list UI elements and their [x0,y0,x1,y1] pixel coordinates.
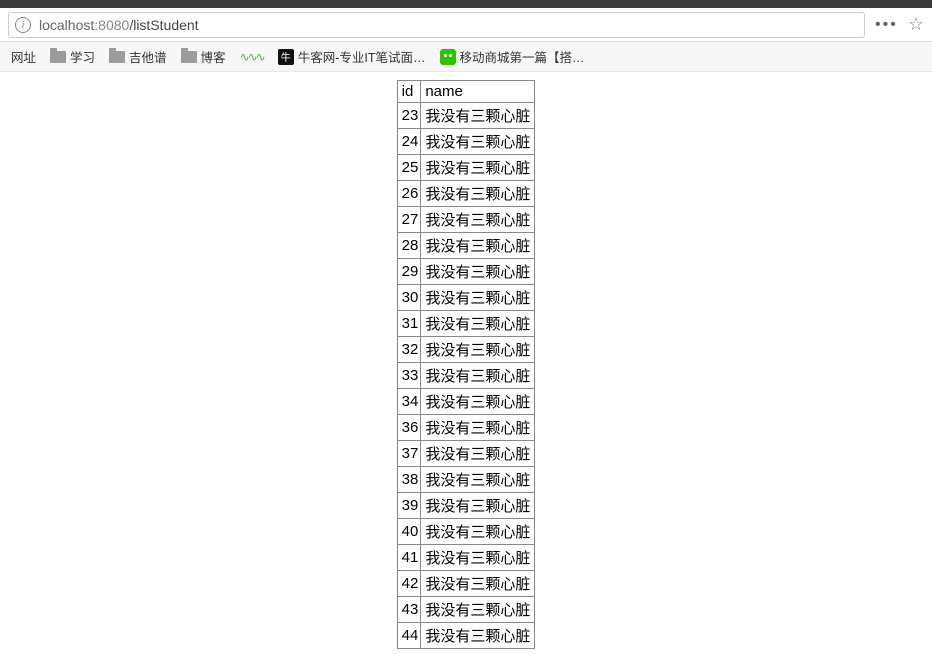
bookmarks-label-text: 网址 [11,47,36,66]
bookmark-item[interactable]: 吉他谱 [104,45,172,68]
url-port: :8080 [94,17,129,33]
site-icon: 牛 [278,49,294,65]
cell-id: 30 [397,285,421,311]
cell-name: 我没有三颗心脏 [421,597,535,623]
bookmark-item[interactable]: 博客 [176,45,231,68]
cell-name: 我没有三颗心脏 [421,519,535,545]
table-row: 43我没有三颗心脏 [397,597,535,623]
window-titlebar [0,0,932,8]
table-row: 42我没有三颗心脏 [397,571,535,597]
cell-id: 27 [397,207,421,233]
cell-name: 我没有三颗心脏 [421,337,535,363]
table-row: 27我没有三颗心脏 [397,207,535,233]
table-row: 24我没有三颗心脏 [397,129,535,155]
table-row: 28我没有三颗心脏 [397,233,535,259]
bookmark-item[interactable]: 牛牛客网-专业IT笔试面… [273,45,431,68]
table-row: 40我没有三颗心脏 [397,519,535,545]
cell-id: 39 [397,493,421,519]
table-row: 31我没有三颗心脏 [397,311,535,337]
info-icon[interactable]: i [15,17,31,33]
cell-name: 我没有三颗心脏 [421,363,535,389]
student-table: id name 23我没有三颗心脏24我没有三颗心脏25我没有三颗心脏26我没有… [397,80,536,649]
cell-name: 我没有三颗心脏 [421,311,535,337]
wechat-icon [440,49,456,65]
cell-name: 我没有三颗心脏 [421,467,535,493]
wave-icon: ∿∿∿ [240,50,264,64]
bookmark-star-icon[interactable]: ☆ [908,14,924,35]
cell-name: 我没有三颗心脏 [421,389,535,415]
cell-id: 29 [397,259,421,285]
bookmarks-label[interactable]: 网址 [6,45,41,68]
bookmark-label: 学习 [70,47,95,66]
bookmark-label: 移动商城第一篇【搭… [460,47,585,66]
col-id-header: id [397,81,421,103]
bookmarks-bar: 网址 学习 吉他谱 博客 ∿∿∿ 牛牛客网-专业IT笔试面… 移动商城第一篇【搭… [0,42,932,72]
cell-id: 24 [397,129,421,155]
cell-id: 38 [397,467,421,493]
folder-icon [109,51,125,63]
table-row: 41我没有三颗心脏 [397,545,535,571]
cell-name: 我没有三颗心脏 [421,441,535,467]
cell-id: 26 [397,181,421,207]
more-icon[interactable]: ••• [875,16,898,34]
page-content: id name 23我没有三颗心脏24我没有三颗心脏25我没有三颗心脏26我没有… [0,72,932,649]
url-path: /listStudent [129,17,198,33]
cell-name: 我没有三颗心脏 [421,285,535,311]
cell-id: 34 [397,389,421,415]
cell-name: 我没有三颗心脏 [421,545,535,571]
cell-name: 我没有三颗心脏 [421,571,535,597]
url-actions: ••• ☆ [875,14,924,35]
table-row: 34我没有三颗心脏 [397,389,535,415]
bookmark-item[interactable]: 学习 [45,45,100,68]
table-row: 25我没有三颗心脏 [397,155,535,181]
table-row: 44我没有三颗心脏 [397,623,535,649]
cell-name: 我没有三颗心脏 [421,155,535,181]
table-row: 37我没有三颗心脏 [397,441,535,467]
cell-name: 我没有三颗心脏 [421,233,535,259]
table-row: 29我没有三颗心脏 [397,259,535,285]
table-row: 33我没有三颗心脏 [397,363,535,389]
cell-name: 我没有三颗心脏 [421,207,535,233]
bookmark-label: 牛客网-专业IT笔试面… [298,47,426,66]
table-row: 23我没有三颗心脏 [397,103,535,129]
cell-id: 33 [397,363,421,389]
cell-name: 我没有三颗心脏 [421,103,535,129]
cell-id: 43 [397,597,421,623]
table-row: 26我没有三颗心脏 [397,181,535,207]
url-bar: i localhost:8080/listStudent ••• ☆ [0,8,932,42]
cell-name: 我没有三颗心脏 [421,623,535,649]
table-row: 30我没有三颗心脏 [397,285,535,311]
cell-id: 36 [397,415,421,441]
col-name-header: name [421,81,535,103]
cell-name: 我没有三颗心脏 [421,415,535,441]
cell-id: 32 [397,337,421,363]
cell-id: 40 [397,519,421,545]
folder-icon [181,51,197,63]
url-host: localhost [39,17,94,33]
cell-id: 37 [397,441,421,467]
cell-name: 我没有三颗心脏 [421,493,535,519]
cell-name: 我没有三颗心脏 [421,181,535,207]
cell-id: 25 [397,155,421,181]
cell-id: 28 [397,233,421,259]
table-row: 36我没有三颗心脏 [397,415,535,441]
folder-icon [50,51,66,63]
cell-name: 我没有三颗心脏 [421,129,535,155]
cell-id: 42 [397,571,421,597]
cell-id: 23 [397,103,421,129]
url-input[interactable]: i localhost:8080/listStudent [8,12,865,38]
cell-id: 41 [397,545,421,571]
table-row: 39我没有三颗心脏 [397,493,535,519]
bookmark-label: 吉他谱 [129,47,167,66]
bookmark-item[interactable]: 移动商城第一篇【搭… [435,45,590,68]
cell-id: 31 [397,311,421,337]
cell-name: 我没有三颗心脏 [421,259,535,285]
table-row: 38我没有三颗心脏 [397,467,535,493]
bookmark-item[interactable]: ∿∿∿ [235,48,269,66]
table-header-row: id name [397,81,535,103]
cell-id: 44 [397,623,421,649]
bookmark-label: 博客 [201,47,226,66]
table-row: 32我没有三颗心脏 [397,337,535,363]
